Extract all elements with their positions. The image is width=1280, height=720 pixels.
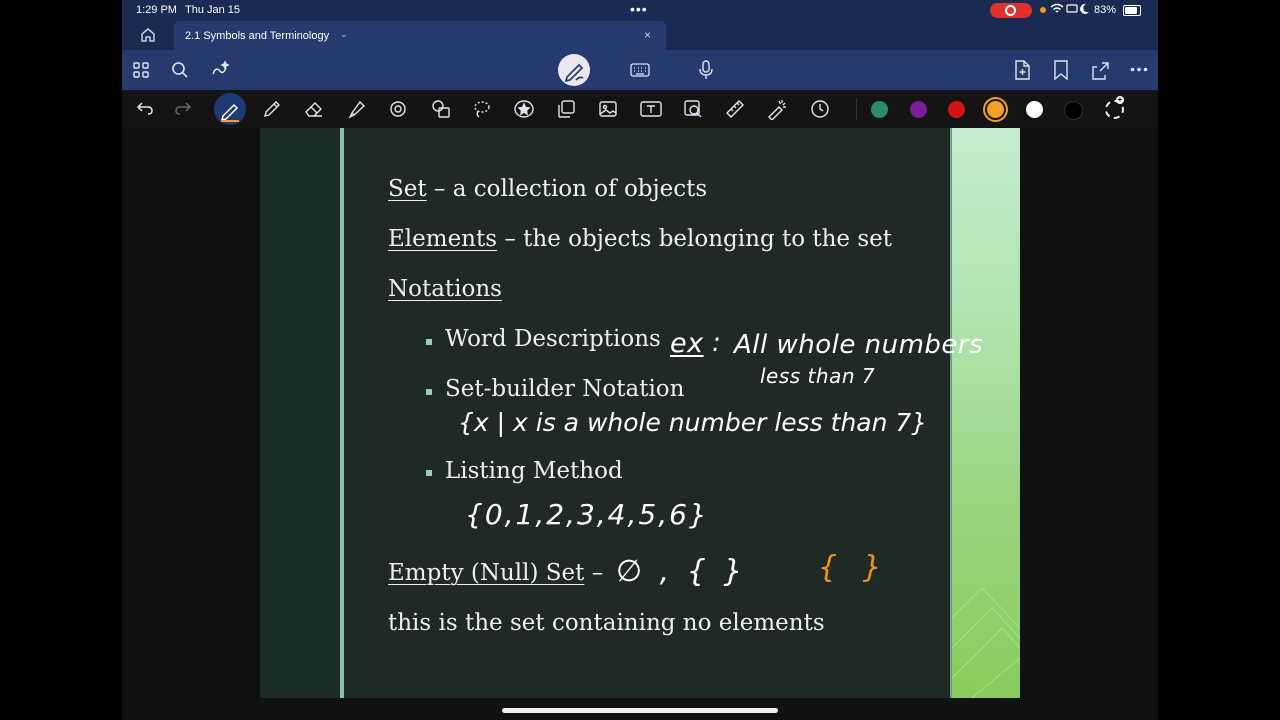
- notations-term: Notations: [388, 276, 502, 302]
- search-icon[interactable]: [171, 61, 189, 79]
- shapes-tool-icon[interactable]: [388, 99, 408, 119]
- pencil-tool-icon[interactable]: [262, 99, 282, 119]
- notations-heading: Notations: [388, 276, 502, 302]
- bullet-set-builder: Set-builder Notation: [445, 376, 685, 402]
- empty-set-dash: –: [584, 560, 604, 586]
- ink-ex-label: ex: [670, 328, 704, 359]
- ink-word-description-line2: less than 7: [760, 364, 876, 388]
- status-date: Thu Jan 15: [185, 4, 241, 16]
- bullet-marker: [426, 339, 432, 345]
- slide-left-band: [260, 128, 340, 698]
- fountain-pen-tool-icon[interactable]: [214, 93, 246, 125]
- empty-set-definition: Empty (Null) Set –: [388, 560, 603, 586]
- ink-word-description-line1: All whole numbers: [734, 330, 984, 360]
- document-tab-title[interactable]: 2.1 Symbols and Terminology: [185, 30, 329, 42]
- close-tab-icon[interactable]: ×: [644, 28, 651, 42]
- elements-tool-icon[interactable]: [430, 99, 452, 119]
- ink-empty-set-orange: { }: [818, 550, 890, 585]
- bookmark-icon[interactable]: [1053, 60, 1069, 80]
- color-swatch-white[interactable]: [1026, 101, 1043, 118]
- document-tab-bar: 2.1 Symbols and Terminology ⌄ ×: [122, 20, 1158, 50]
- home-indicator[interactable]: [502, 708, 778, 713]
- bullet-marker: [426, 470, 432, 476]
- home-icon[interactable]: [140, 27, 156, 43]
- ink-empty-set-symbols: ∅ , { }: [616, 554, 747, 589]
- set-def-text: – a collection of objects: [426, 176, 708, 202]
- status-bar: 1:29 PM Thu Jan 15 ••• 83%: [122, 0, 1158, 20]
- ipad-screen: 1:29 PM Thu Jan 15 ••• 83% 2.1 Symbols a…: [122, 0, 1158, 720]
- empty-set-explanation: this is the set containing no elements: [388, 610, 825, 636]
- microphone-icon[interactable]: [699, 60, 713, 80]
- ink-colon: :: [712, 328, 722, 358]
- top-navigation-bar: [122, 50, 1158, 90]
- color-swatch-green[interactable]: [871, 101, 888, 118]
- magic-wand-icon[interactable]: [210, 60, 230, 80]
- document-tab[interactable]: 2.1 Symbols and Terminology ⌄ ×: [174, 21, 666, 50]
- share-icon[interactable]: [1090, 60, 1110, 80]
- battery-icon: [1123, 5, 1141, 16]
- undo-icon[interactable]: [136, 100, 154, 116]
- eraser-tool-icon[interactable]: [303, 99, 325, 119]
- status-time: 1:29 PM: [136, 4, 177, 16]
- toolbar-divider: [856, 98, 857, 120]
- ink-set-builder-example: {x | x is a whole number less than 7}: [458, 408, 928, 437]
- elements-term: Elements: [388, 226, 498, 252]
- zoom-window-icon[interactable]: [683, 99, 703, 119]
- slide-right-decoration: [952, 128, 1020, 698]
- color-swatch-purple[interactable]: [910, 101, 927, 118]
- set-term: Set: [388, 176, 427, 202]
- annotation-toolbar: +: [122, 90, 1158, 128]
- empty-set-term: Empty (Null) Set: [388, 560, 585, 586]
- elements-definition: Elements – the objects belonging to the …: [388, 226, 892, 252]
- clock-history-icon[interactable]: [810, 99, 830, 119]
- lasso-tool-icon[interactable]: [472, 99, 492, 119]
- bullet-marker: [426, 389, 432, 395]
- color-swatch-red[interactable]: [948, 101, 965, 118]
- elements-def-text: – the objects belonging to the set: [497, 226, 893, 252]
- laser-pointer-icon[interactable]: [766, 98, 788, 120]
- image-tool-icon[interactable]: [598, 99, 618, 119]
- slide-left-accent-line: [340, 128, 344, 698]
- multitasking-dots[interactable]: •••: [630, 1, 648, 17]
- color-swatch-black[interactable]: [1064, 101, 1083, 120]
- redo-icon[interactable]: [174, 100, 192, 116]
- text-box-tool-icon[interactable]: [640, 99, 662, 119]
- plus-badge-icon: +: [1116, 95, 1124, 104]
- set-definition: Set – a collection of objects: [388, 176, 707, 202]
- document-canvas[interactable]: Set – a collection of objects Elements –…: [122, 128, 1158, 698]
- chevron-down-icon[interactable]: ⌄: [340, 29, 348, 40]
- bullet-listing-method: Listing Method: [445, 458, 623, 484]
- battery-percent: 83%: [1094, 4, 1117, 16]
- slide-page[interactable]: Set – a collection of objects Elements –…: [260, 128, 1020, 698]
- bullet-word-descriptions: Word Descriptions: [445, 326, 661, 352]
- ruler-tool-icon[interactable]: [725, 99, 745, 119]
- copy-tool-icon[interactable]: [556, 99, 576, 119]
- grid-view-icon[interactable]: [133, 62, 149, 78]
- sticker-tool-icon[interactable]: [513, 99, 535, 119]
- color-swatch-orange[interactable]: [987, 101, 1004, 118]
- highlighter-tool-icon[interactable]: [346, 99, 366, 119]
- screen-recording-indicator[interactable]: [990, 3, 1032, 18]
- pen-mode-button[interactable]: [558, 54, 590, 86]
- wifi-moon-icons: [1050, 3, 1090, 18]
- ink-listing-example: {0,1,2,3,4,5,6}: [465, 498, 709, 531]
- more-options-icon[interactable]: [1130, 67, 1148, 72]
- add-page-icon[interactable]: [1013, 60, 1031, 80]
- keyboard-icon[interactable]: [630, 62, 650, 78]
- mic-in-use-dot: [1040, 7, 1046, 13]
